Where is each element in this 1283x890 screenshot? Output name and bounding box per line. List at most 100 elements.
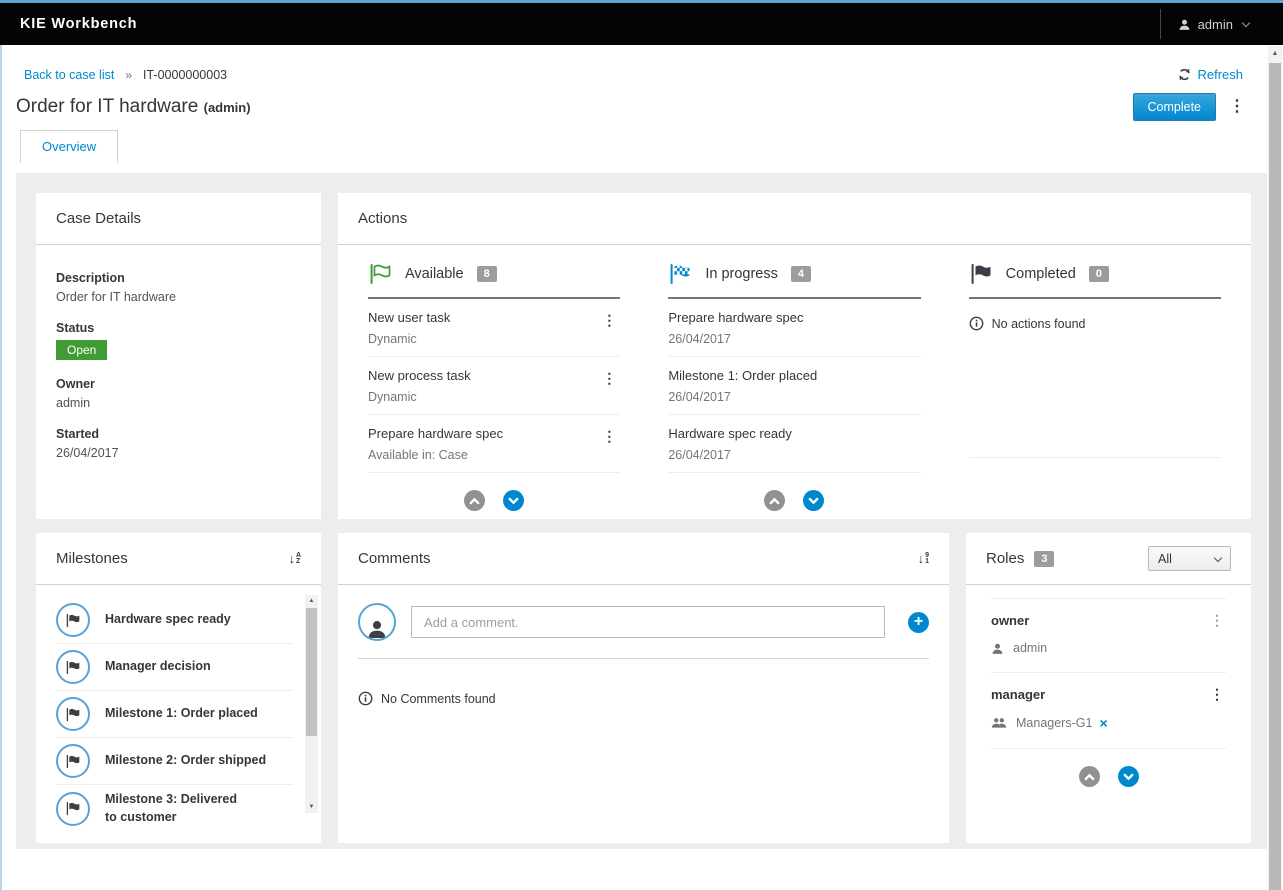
- role-kebab-icon[interactable]: ⋮: [1210, 612, 1224, 629]
- title-row: Order for IT hardware (admin) Complete ⋮: [0, 82, 1283, 121]
- page-down-button[interactable]: [803, 490, 824, 511]
- action-item: New user task Dynamic ⋮: [368, 299, 620, 357]
- user-silhouette-icon: [366, 618, 388, 639]
- page-up-button[interactable]: [1079, 766, 1100, 787]
- available-count-badge: 8: [477, 266, 497, 282]
- action-item: New process task Dynamic ⋮: [368, 357, 620, 415]
- overview-content: Case Details Description Order for IT ha…: [16, 173, 1267, 849]
- breadcrumb-row: Back to case list » IT-0000000003 Refres…: [0, 45, 1283, 82]
- tab-bar: Overview: [20, 130, 1283, 163]
- flag-outline-icon: [368, 263, 392, 285]
- no-comments-message: No Comments found: [381, 692, 496, 706]
- roles-panel: Roles 3 All owner ⋮ admin manager ⋮: [966, 533, 1251, 843]
- page-down-button[interactable]: [1118, 766, 1139, 787]
- roles-title: Roles: [986, 550, 1024, 567]
- info-icon: [358, 691, 373, 706]
- no-actions-message: No actions found: [992, 317, 1086, 331]
- user-menu[interactable]: admin: [1160, 9, 1249, 39]
- actions-panel: Actions Available 8 New user task Dynami…: [338, 193, 1251, 519]
- refresh-icon: [1178, 68, 1191, 81]
- status-badge: Open: [56, 340, 107, 360]
- flag-solid-icon: [969, 263, 993, 285]
- page-title: Order for IT hardware (admin): [16, 96, 251, 118]
- available-column: Available 8 New user task Dynamic ⋮ New …: [368, 263, 620, 511]
- case-details-title: Case Details: [56, 210, 141, 227]
- scrollbar-up-arrow[interactable]: ▲: [305, 595, 318, 607]
- milestone-item: Manager decision: [56, 644, 293, 691]
- milestone-item: Milestone 2: Order shipped: [56, 738, 293, 785]
- role-kebab-icon[interactable]: ⋮: [1210, 686, 1224, 703]
- completed-column: Completed 0 No actions found: [969, 263, 1221, 511]
- page-down-button[interactable]: [503, 490, 524, 511]
- comments-panel: Comments ↓ 91 + No Comments found: [338, 533, 949, 843]
- breadcrumb-separator-icon: »: [125, 68, 132, 82]
- status-label: Status: [56, 321, 301, 335]
- role-name: owner: [991, 613, 1226, 628]
- actions-title: Actions: [358, 210, 407, 227]
- roles-filter-value: All: [1158, 552, 1172, 566]
- action-item: Prepare hardware spec Available in: Case…: [368, 415, 620, 473]
- refresh-label: Refresh: [1197, 67, 1243, 82]
- milestones-scrollbar[interactable]: ▲ ▼: [305, 595, 318, 813]
- chevron-down-icon: [1214, 553, 1222, 561]
- remove-assignee-icon[interactable]: ×: [1099, 715, 1107, 731]
- breadcrumb-current-case: IT-0000000003: [143, 68, 227, 82]
- scrollbar-thumb[interactable]: [1269, 63, 1281, 890]
- action-kebab-icon[interactable]: ⋮: [598, 310, 620, 331]
- in-progress-column: In progress 4 Prepare hardware spec 26/0…: [668, 263, 920, 511]
- description-label: Description: [56, 271, 301, 285]
- user-name: admin: [1198, 17, 1233, 32]
- refresh-button[interactable]: Refresh: [1178, 67, 1243, 82]
- divider: [991, 748, 1226, 749]
- back-to-case-list-link[interactable]: Back to case list: [24, 68, 114, 82]
- milestones-title: Milestones: [56, 550, 128, 567]
- add-comment-button[interactable]: +: [908, 612, 929, 633]
- case-actions-kebab-icon[interactable]: ⋮: [1229, 99, 1245, 115]
- role-assignee: admin: [1013, 641, 1047, 655]
- divider: [358, 658, 929, 659]
- flag-checkered-icon: [668, 263, 692, 285]
- page-up-button[interactable]: [464, 490, 485, 511]
- role-item: owner ⋮ admin: [991, 598, 1226, 672]
- user-icon: [991, 642, 1004, 655]
- milestone-flag-icon: [56, 697, 90, 731]
- in-progress-label: In progress: [705, 266, 778, 282]
- action-item: Hardware spec ready 26/04/2017: [668, 415, 920, 473]
- action-kebab-icon[interactable]: ⋮: [598, 368, 620, 389]
- scrollbar-down-arrow[interactable]: ▼: [305, 801, 318, 813]
- chevron-down-icon: [1242, 18, 1250, 26]
- tab-overview[interactable]: Overview: [20, 130, 118, 163]
- started-label: Started: [56, 427, 301, 441]
- completed-label: Completed: [1006, 266, 1076, 282]
- scrollbar-up-arrow[interactable]: ▲: [1268, 46, 1282, 61]
- role-assignee: Managers-G1: [1016, 716, 1092, 730]
- scrollbar-thumb[interactable]: [306, 608, 317, 736]
- breadcrumb: Back to case list » IT-0000000003: [24, 68, 227, 82]
- case-owner-suffix: (admin): [204, 100, 251, 115]
- info-icon: [969, 316, 984, 331]
- user-icon: [1178, 18, 1191, 31]
- sort-alpha-icon[interactable]: ↓ AZ: [288, 551, 301, 566]
- milestone-item: Hardware spec ready: [56, 597, 293, 644]
- roles-count-badge: 3: [1034, 551, 1054, 567]
- milestone-item: Milestone 3: Delivered to customer: [56, 785, 293, 832]
- sort-numeric-icon[interactable]: ↓ 91: [918, 551, 929, 566]
- available-label: Available: [405, 266, 464, 282]
- roles-filter-select[interactable]: All: [1148, 546, 1231, 571]
- owner-label: Owner: [56, 377, 301, 391]
- page-scrollbar[interactable]: ▲: [1268, 46, 1282, 890]
- comment-input[interactable]: [411, 606, 885, 638]
- milestone-flag-icon: [56, 650, 90, 684]
- avatar: [358, 603, 396, 641]
- case-details-panel: Case Details Description Order for IT ha…: [36, 193, 321, 519]
- navbar: KIE Workbench admin: [0, 3, 1283, 45]
- page-up-button[interactable]: [764, 490, 785, 511]
- milestone-flag-icon: [56, 744, 90, 778]
- action-kebab-icon[interactable]: ⋮: [598, 426, 620, 447]
- group-icon: [991, 717, 1007, 729]
- milestone-item: Milestone 1: Order placed: [56, 691, 293, 738]
- complete-button[interactable]: Complete: [1133, 93, 1217, 121]
- in-progress-count-badge: 4: [791, 266, 811, 282]
- action-item: Milestone 1: Order placed 26/04/2017: [668, 357, 920, 415]
- completed-count-badge: 0: [1089, 266, 1109, 282]
